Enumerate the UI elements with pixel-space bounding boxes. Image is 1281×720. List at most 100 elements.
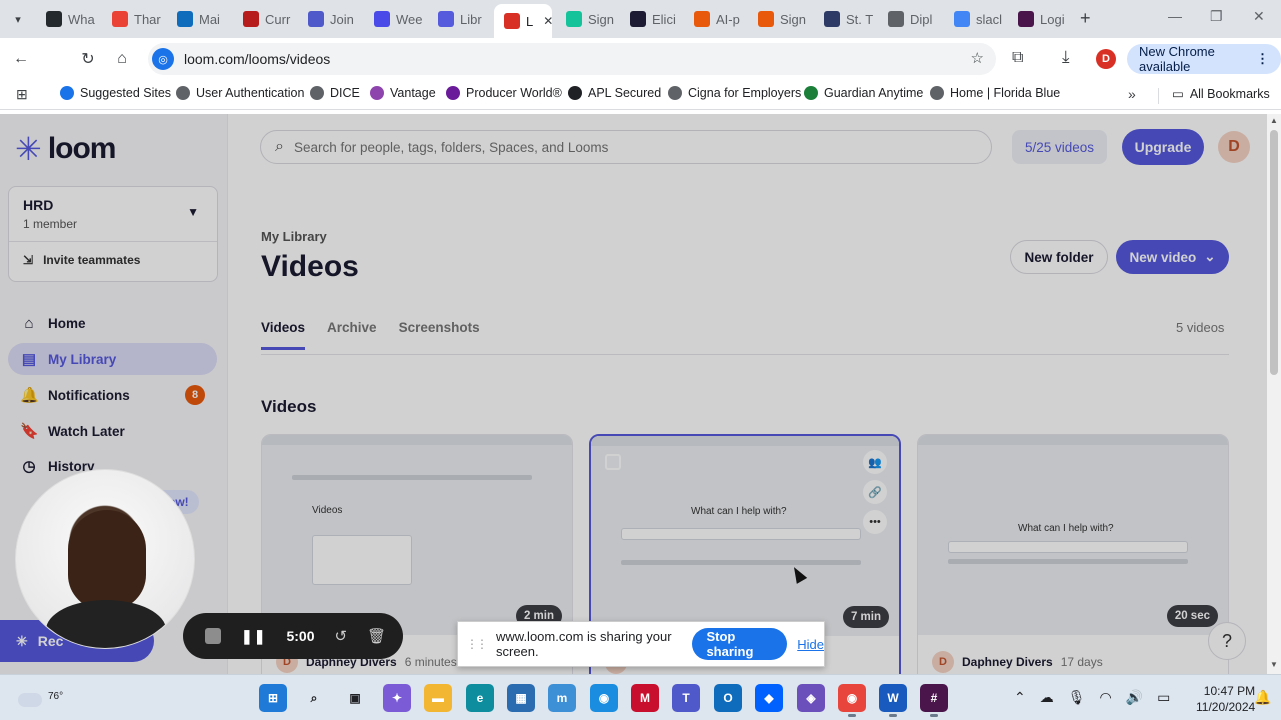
bookmark-item[interactable]: APL Secured — [568, 86, 661, 100]
sidebar-item[interactable]: 🔖 Watch Later — [8, 415, 217, 447]
browser-tab[interactable]: L ✕ — [494, 4, 552, 38]
system-clock[interactable]: 10:47 PM 11/20/2024 — [1196, 683, 1255, 715]
user-avatar[interactable]: D — [1218, 131, 1250, 163]
bookmark-item[interactable]: Home | Florida Blue — [930, 86, 1060, 100]
browser-tab[interactable]: Wha — [36, 4, 96, 34]
restart-icon[interactable]: ↺ — [335, 627, 348, 645]
browser-tab[interactable]: Curr — [233, 4, 293, 34]
chevron-down-icon[interactable]: ▼ — [187, 205, 199, 219]
library-tab[interactable]: Screenshots — [399, 320, 480, 350]
address-bar[interactable]: ◎ loom.com/looms/videos ☆ — [148, 43, 996, 75]
store-icon[interactable]: ▦ — [507, 684, 535, 712]
new-folder-button[interactable]: New folder — [1010, 240, 1108, 274]
reload-icon[interactable]: ↻ — [77, 48, 99, 70]
bookmark-item[interactable]: Producer World® — [446, 86, 562, 100]
all-bookmarks-button[interactable]: ▭ All Bookmarks — [1172, 86, 1270, 102]
sidebar-item[interactable]: ⌂ Home — [8, 307, 217, 339]
chrome-icon-2[interactable]: ◉ — [590, 684, 618, 712]
search-input[interactable] — [293, 139, 934, 155]
mhp-icon[interactable]: m — [548, 684, 576, 712]
more-menu-icon[interactable]: ⋮ — [1256, 51, 1269, 67]
bookmark-item[interactable]: Suggested Sites — [60, 86, 171, 100]
browser-tab[interactable]: Thar — [102, 4, 162, 34]
notification-bell-icon[interactable]: 🔔 — [1254, 689, 1271, 706]
video-quota[interactable]: 5/25 videos — [1012, 130, 1107, 164]
download-icon[interactable]: ⤓ — [1062, 47, 1070, 67]
back-icon[interactable]: ← — [10, 48, 32, 70]
battery-icon[interactable]: ▭ — [1157, 689, 1170, 706]
stop-recording-icon[interactable] — [205, 628, 221, 644]
browser-tab[interactable]: Sign — [556, 4, 616, 34]
home-icon[interactable]: ⌂ — [111, 48, 133, 70]
scroll-thumb[interactable] — [1270, 130, 1278, 375]
help-button[interactable]: ? — [1208, 622, 1246, 660]
workspace-switcher[interactable]: HRD 1 member ▼ ⇲ Invite teammates — [8, 186, 218, 282]
volume-icon[interactable]: 🔊 — [1126, 689, 1143, 706]
video-card[interactable]: What can I help with? 20 sec D Daphney Dive… — [917, 434, 1229, 674]
scroll-down-icon[interactable]: ▼ — [1270, 660, 1278, 669]
url-text[interactable]: loom.com/looms/videos — [184, 51, 330, 67]
bookmark-star-icon[interactable]: ☆ — [971, 49, 984, 67]
teams-icon[interactable]: T — [672, 684, 700, 712]
page-scrollbar[interactable]: ▲ ▼ — [1267, 114, 1281, 674]
close-tab-icon[interactable]: ✕ — [543, 14, 552, 28]
copilot-icon[interactable]: ✦ — [383, 684, 411, 712]
profile-avatar[interactable]: D — [1096, 49, 1116, 69]
bookmarks-overflow-icon[interactable]: » — [1128, 86, 1136, 102]
select-checkbox[interactable] — [605, 454, 621, 470]
browser-tab[interactable]: AI-p — [684, 4, 744, 34]
browser-tab[interactable]: Sign — [748, 4, 808, 34]
upgrade-button[interactable]: Upgrade — [1122, 129, 1204, 165]
dropbox-icon[interactable]: ◆ — [755, 684, 783, 712]
library-tab[interactable]: Archive — [327, 320, 377, 350]
bookmark-item[interactable]: Cigna for Employers — [668, 86, 801, 100]
share-people-icon[interactable]: 👥 — [863, 450, 887, 474]
camera-bubble[interactable] — [15, 469, 195, 649]
breadcrumb[interactable]: My Library — [261, 229, 327, 244]
pause-icon[interactable]: ❚❚ — [241, 628, 266, 645]
browser-tab[interactable]: Libr — [428, 4, 488, 34]
drag-handle-icon[interactable]: ⋮⋮ — [466, 637, 488, 651]
bookmark-item[interactable]: User Authentication — [176, 86, 304, 100]
apps-grid-icon[interactable]: ⊞ — [16, 86, 28, 103]
tab-search-icon[interactable]: ▾ — [8, 9, 28, 29]
chrome-icon[interactable]: ◉ — [838, 684, 866, 717]
wifi-icon[interactable]: ◠ — [1100, 689, 1112, 706]
sidebar-item[interactable]: ▤ My Library — [8, 343, 217, 375]
video-thumbnail[interactable]: Videos 2 min — [262, 435, 572, 635]
browser-tab[interactable]: Wee — [364, 4, 424, 34]
video-thumbnail[interactable]: What can I help with? 7 min 👥 🔗 ••• — [591, 436, 899, 636]
link-icon[interactable]: 🔗 — [863, 480, 887, 504]
browser-tab[interactable]: slacl — [944, 4, 1004, 34]
search-icon[interactable]: ⌕ — [300, 684, 328, 712]
video-thumbnail[interactable]: What can I help with? 20 sec — [918, 435, 1228, 635]
bookmark-item[interactable]: DICE — [310, 86, 360, 100]
restore-icon[interactable]: ❐ — [1210, 8, 1223, 25]
edge-icon[interactable]: e — [466, 684, 494, 712]
invite-teammates-button[interactable]: ⇲ Invite teammates — [23, 253, 140, 267]
file-explorer-icon[interactable]: ▬ — [424, 684, 452, 712]
browser-tab[interactable]: Dipl — [878, 4, 938, 34]
mcafee-icon[interactable]: M — [631, 684, 659, 712]
browser-tab[interactable]: St. T — [814, 4, 874, 34]
site-info-icon[interactable]: ◎ — [152, 48, 174, 70]
browser-tab[interactable]: Logi — [1008, 4, 1068, 34]
new-video-button[interactable]: New video ⌄ — [1116, 240, 1229, 274]
vpn-icon[interactable]: ◈ — [797, 684, 825, 712]
windows-start-icon[interactable]: ⊞ — [259, 684, 287, 712]
trash-icon[interactable]: 🗑 — [367, 627, 386, 645]
new-tab-button[interactable]: + — [1080, 8, 1091, 29]
more-options-icon[interactable]: ••• — [863, 510, 887, 534]
outlook-icon[interactable]: O — [714, 684, 742, 712]
close-window-icon[interactable]: ✕ — [1253, 8, 1265, 25]
minimize-icon[interactable]: — — [1168, 8, 1182, 24]
author-name[interactable]: Daphney Divers — [962, 655, 1053, 669]
task-view-icon[interactable]: ▣ — [341, 684, 369, 712]
word-icon[interactable]: W — [879, 684, 907, 717]
sidebar-item[interactable]: 🔔 Notifications 8 — [8, 379, 217, 411]
slack-icon[interactable]: # — [920, 684, 948, 717]
microphone-icon[interactable]: 🎙 — [1068, 689, 1086, 706]
chevron-up-icon[interactable]: ⌃ — [1014, 689, 1026, 706]
bookmark-item[interactable]: Guardian Anytime — [804, 86, 923, 100]
extensions-icon[interactable]: ⧉ — [1012, 49, 1023, 67]
